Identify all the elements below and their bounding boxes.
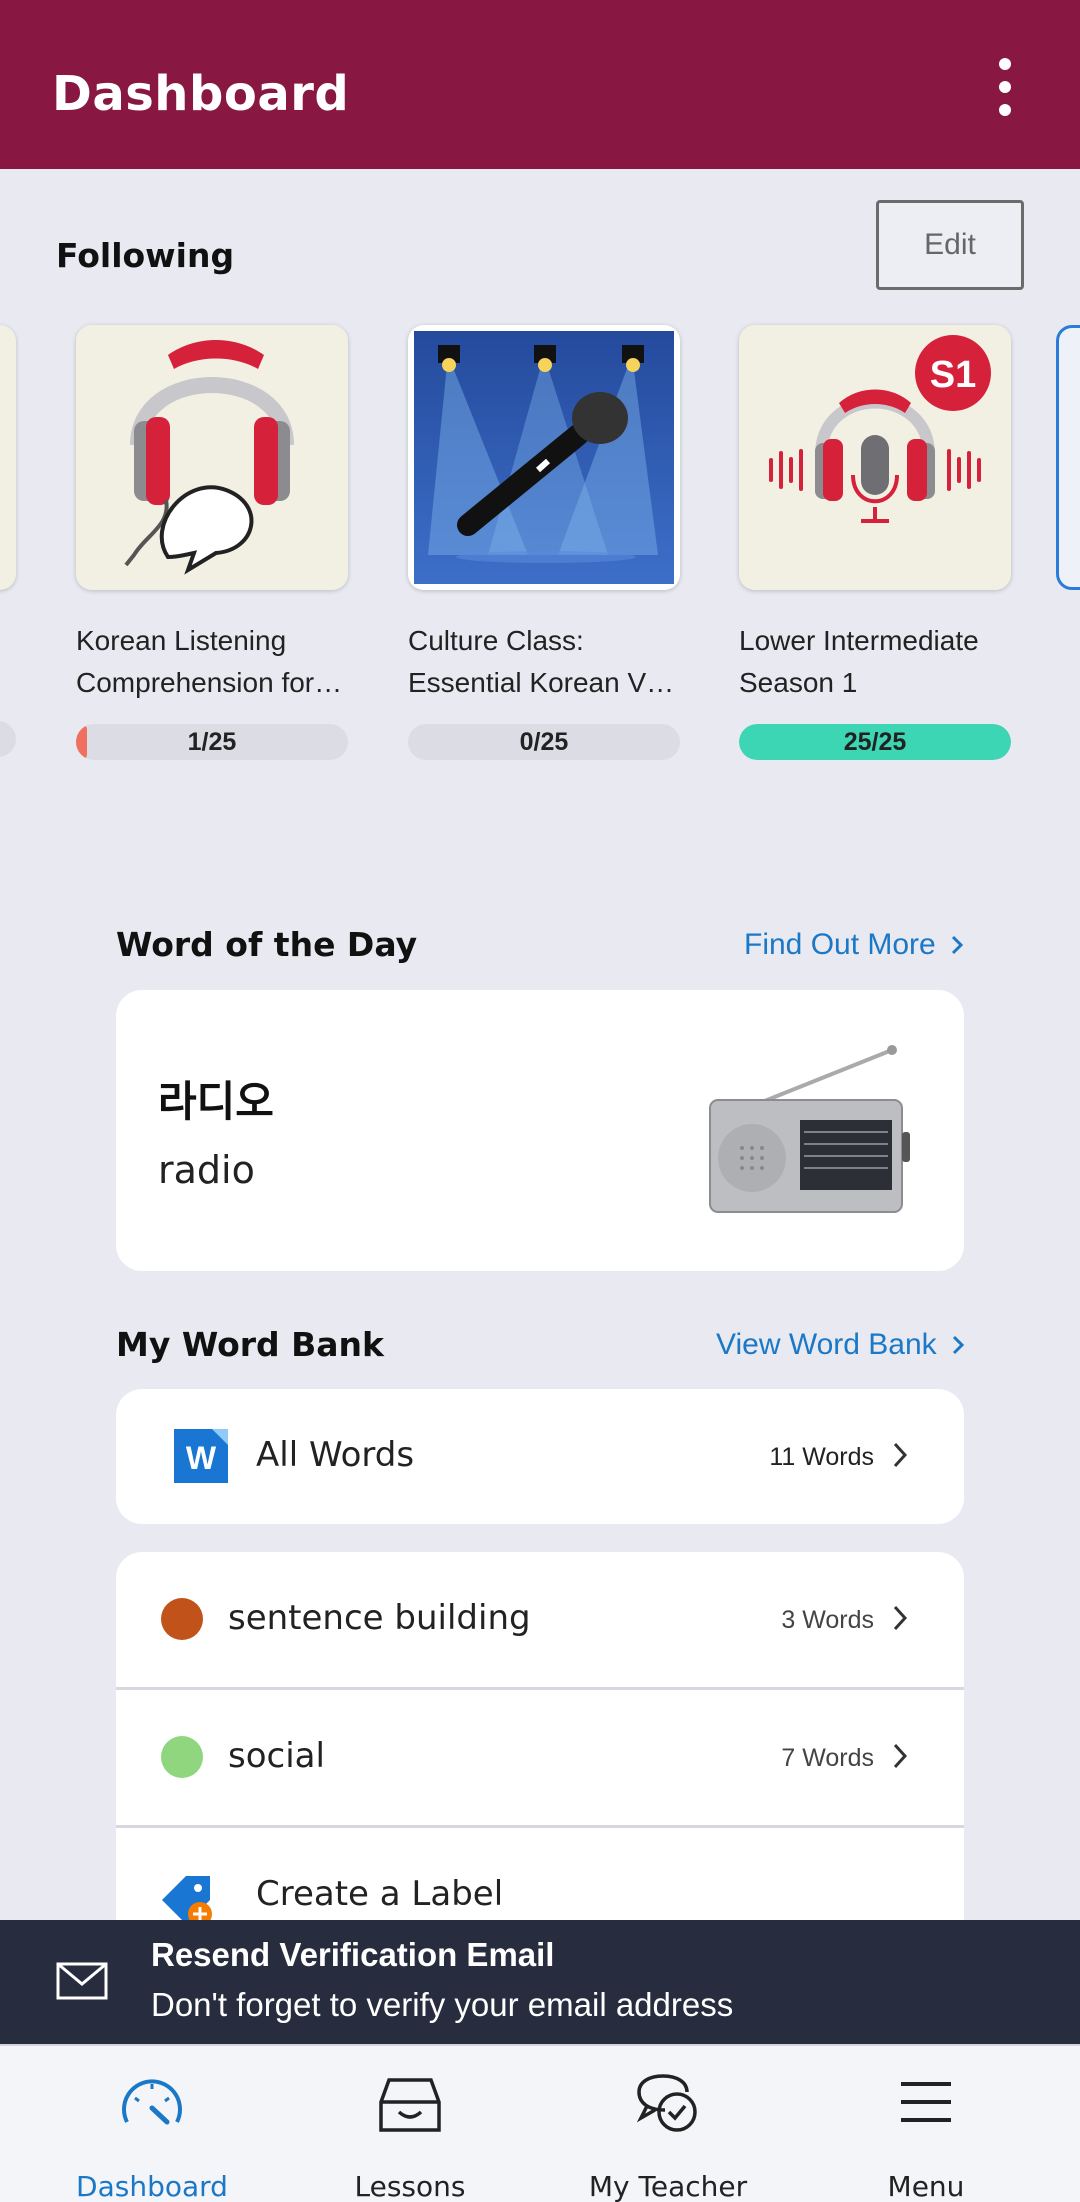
course-card-partial-left[interactable] bbox=[0, 325, 16, 590]
course-progress-bar: 1/25 bbox=[76, 724, 348, 760]
chevron-right-icon bbox=[952, 1335, 964, 1355]
course-title: Culture Class: Essential Korean V… bbox=[408, 625, 675, 698]
bottom-navigation: Dashboard Lessons My Teacher Menu bbox=[0, 2044, 1080, 2202]
course-card-lower-intermediate[interactable]: S1 Lower Intermediate Season 1 25/25 bbox=[739, 325, 1011, 760]
hamburger-menu-icon bbox=[901, 2082, 951, 2122]
course-card-culture[interactable]: Culture Class: Essential Korean V… 0/25 bbox=[408, 325, 680, 760]
label-row[interactable]: sentence building 3 Words bbox=[116, 1552, 964, 1687]
create-label-text: Create a Label bbox=[256, 1874, 504, 1914]
find-out-more-label: Find Out More bbox=[744, 928, 936, 961]
all-words-card[interactable]: W All Words 11 Words bbox=[116, 1389, 964, 1524]
view-word-bank-link[interactable]: View Word Bank bbox=[716, 1328, 965, 1362]
add-tag-icon bbox=[162, 1876, 212, 1920]
chevron-right-icon bbox=[893, 1743, 908, 1769]
nav-dashboard[interactable]: Dashboard bbox=[17, 2046, 287, 2202]
label-count: 7 Words bbox=[781, 1744, 874, 1772]
chevron-right-icon bbox=[893, 1605, 908, 1631]
course-progress-text: 1/25 bbox=[187, 727, 237, 756]
course-card-listening[interactable]: Korean Listening Comprehension for… 1/25 bbox=[76, 325, 348, 760]
more-vertical-icon[interactable] bbox=[985, 52, 1025, 122]
radio-image bbox=[709, 1045, 910, 1213]
course-thumbnail-lower-intermediate[interactable]: S1 bbox=[739, 325, 1011, 590]
course-thumbnail-culture[interactable] bbox=[408, 325, 680, 590]
course-progress-text: 25/25 bbox=[843, 727, 907, 756]
banner-subtitle: Don't forget to verify your email addres… bbox=[151, 1986, 734, 2023]
word-korean: 라디오 bbox=[158, 1077, 274, 1126]
create-label-row[interactable]: Create a Label bbox=[116, 1828, 964, 1920]
label-name: social bbox=[228, 1736, 325, 1776]
podcast-microphone-icon: S1 bbox=[739, 325, 1011, 590]
chat-bubbles-icon bbox=[636, 2074, 697, 2132]
nav-menu-label: Menu bbox=[887, 2170, 965, 2202]
word-english: radio bbox=[158, 1148, 255, 1192]
verification-banner[interactable]: Resend Verification Email Don't forget t… bbox=[0, 1920, 1080, 2044]
all-words-count: 11 Words bbox=[769, 1443, 874, 1471]
page-title: Dashboard bbox=[52, 66, 350, 122]
word-of-the-day-card[interactable]: 라디오 radio bbox=[116, 990, 964, 1271]
view-word-bank-label: View Word Bank bbox=[716, 1328, 937, 1361]
nav-lessons-label: Lessons bbox=[354, 2170, 466, 2202]
edit-button[interactable]: Edit bbox=[876, 200, 1024, 290]
course-thumbnail-listening[interactable] bbox=[76, 325, 348, 590]
following-heading: Following bbox=[56, 236, 235, 275]
course-title: Korean Listening Comprehension for… bbox=[76, 625, 343, 698]
course-title: Lower Intermediate Season 1 bbox=[739, 625, 979, 698]
label-color-dot bbox=[161, 1736, 203, 1778]
course-progress-text: 0/25 bbox=[519, 727, 569, 756]
course-card-partial-right[interactable] bbox=[1056, 325, 1080, 590]
envelope-icon bbox=[56, 1962, 108, 2000]
headphones-icon bbox=[76, 325, 348, 590]
all-words-label: All Words bbox=[256, 1435, 415, 1475]
find-out-more-link[interactable]: Find Out More bbox=[744, 928, 964, 962]
nav-lessons[interactable]: Lessons bbox=[275, 2046, 545, 2202]
nav-dashboard-label: Dashboard bbox=[76, 2170, 228, 2202]
label-row[interactable]: social 7 Words bbox=[116, 1690, 964, 1825]
nav-menu[interactable]: Menu bbox=[791, 2046, 1061, 2202]
word-bank-heading: My Word Bank bbox=[116, 1325, 384, 1364]
label-name: sentence building bbox=[228, 1598, 531, 1638]
svg-text:W: W bbox=[186, 1440, 217, 1476]
chevron-right-icon bbox=[951, 935, 963, 955]
course-progress-bar: 25/25 bbox=[739, 724, 1011, 760]
labels-card: sentence building 3 Words social 7 Words… bbox=[116, 1552, 964, 1920]
word-document-icon: W bbox=[174, 1429, 228, 1483]
all-words-row[interactable]: W All Words 11 Words bbox=[116, 1389, 964, 1524]
lessons-box-icon bbox=[379, 2078, 441, 2132]
course-progress-bar: 0/25 bbox=[408, 724, 680, 760]
chevron-right-icon bbox=[893, 1442, 908, 1468]
course-progress-partial-left bbox=[0, 721, 16, 757]
dashboard-gauge-icon bbox=[122, 2079, 182, 2125]
nav-my-teacher[interactable]: My Teacher bbox=[533, 2046, 803, 2202]
app-header: Dashboard bbox=[0, 0, 1080, 169]
microphone-stage-icon bbox=[408, 325, 680, 590]
nav-my-teacher-label: My Teacher bbox=[588, 2170, 748, 2202]
label-color-dot bbox=[161, 1598, 203, 1640]
word-of-the-day-heading: Word of the Day bbox=[116, 925, 418, 964]
banner-title: Resend Verification Email bbox=[151, 1936, 555, 1973]
course-badge: S1 bbox=[930, 354, 976, 396]
label-count: 3 Words bbox=[781, 1606, 874, 1634]
